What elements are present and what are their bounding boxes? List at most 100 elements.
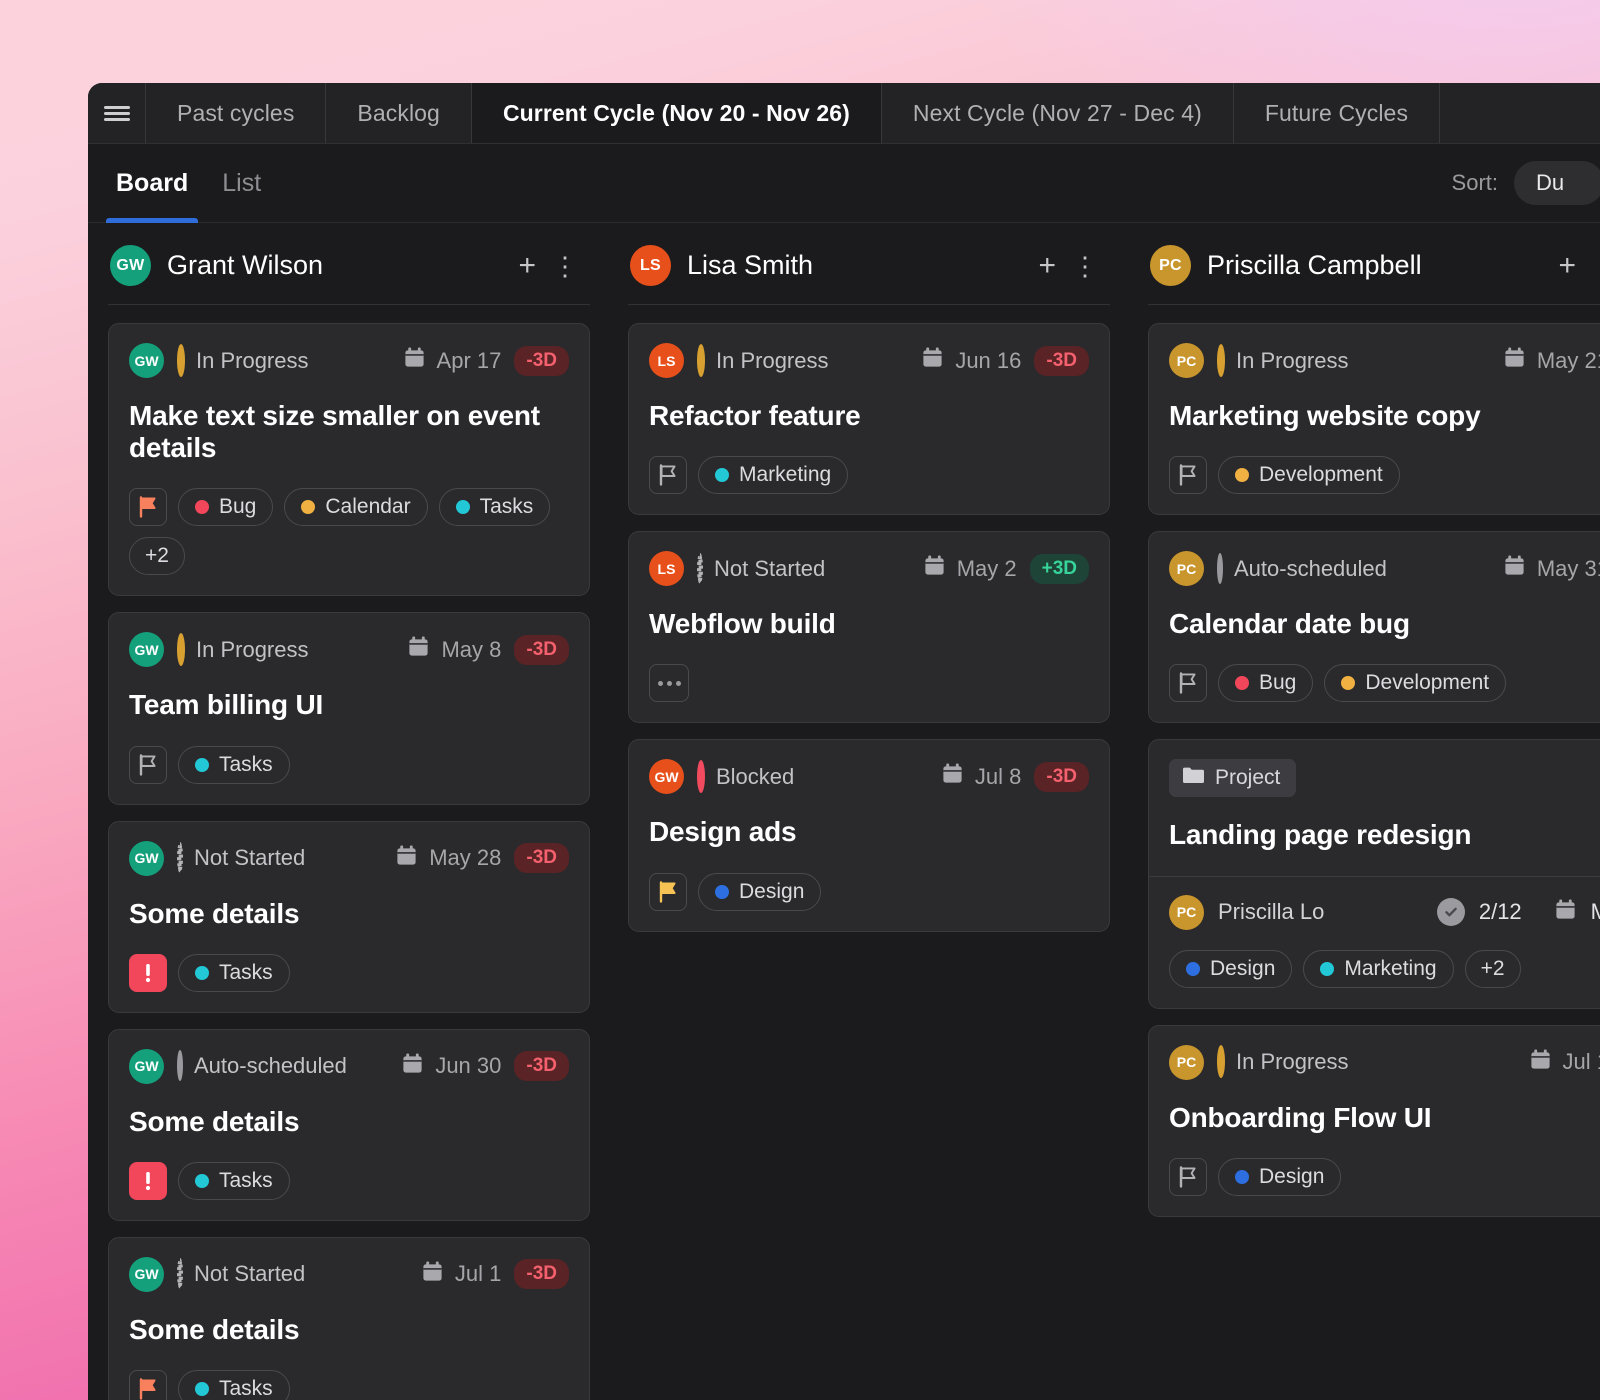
column-menu-button[interactable]: ⋮ <box>1064 253 1106 279</box>
priority-urgent-icon[interactable] <box>129 1162 167 1200</box>
status-control[interactable]: In Progress <box>1217 1049 1349 1075</box>
avatar[interactable]: LS <box>649 551 684 586</box>
add-task-button[interactable]: + <box>1030 251 1064 281</box>
avatar[interactable]: PC <box>1169 1045 1204 1080</box>
tag-chip[interactable]: Development <box>1218 456 1400 494</box>
due-date-control[interactable]: May 8 <box>407 635 501 664</box>
due-date-control[interactable]: May 31 <box>1503 554 1600 583</box>
task-card[interactable]: GW In Progress Apr 17 -3D Make text size… <box>108 323 590 596</box>
flag-outline-icon[interactable] <box>1169 664 1207 702</box>
column-menu-button[interactable]: ⋮ <box>1584 253 1600 279</box>
hamburger-menu-icon[interactable] <box>88 83 146 143</box>
due-date-control[interactable]: Jul 1 <box>1529 1048 1600 1077</box>
status-control[interactable]: In Progress <box>177 637 309 663</box>
cycle-tab-4[interactable]: Next Cycle (Nov 27 - Dec 4) <box>882 83 1234 143</box>
flag-coral-icon[interactable] <box>129 488 167 526</box>
flag-outline-icon[interactable] <box>649 456 687 494</box>
tag-chip[interactable]: Development <box>1324 664 1506 702</box>
add-task-button[interactable]: + <box>510 251 544 281</box>
tag-chip[interactable]: Marketing <box>698 456 848 494</box>
status-control[interactable]: Not Started <box>697 556 825 582</box>
calendar-icon <box>401 1052 424 1081</box>
status-icon <box>697 764 705 790</box>
sort-dropdown[interactable]: Du <box>1514 161 1600 205</box>
task-card[interactable]: GW Not Started May 28 -3D Some details <box>108 821 590 1013</box>
due-date-control[interactable]: May 21 <box>1503 346 1600 375</box>
project-type-badge: Project <box>1169 759 1296 797</box>
status-control[interactable]: Blocked <box>697 764 794 790</box>
status-control[interactable]: Auto-scheduled <box>177 1053 347 1079</box>
more-tags-chip[interactable]: +2 <box>1465 950 1521 988</box>
tag-chip[interactable]: Tasks <box>178 746 290 784</box>
flag-outline-icon[interactable] <box>1169 456 1207 494</box>
more-tags-chip[interactable]: +2 <box>129 537 185 575</box>
task-card[interactable]: GW In Progress May 8 -3D Team billing UI <box>108 612 590 804</box>
view-tab-list[interactable]: List <box>212 144 271 223</box>
add-task-button[interactable]: + <box>1550 251 1584 281</box>
priority-urgent-icon[interactable] <box>129 954 167 992</box>
due-date: Jul 8 <box>975 764 1021 790</box>
due-date-control[interactable]: May 28 <box>395 844 501 873</box>
card-title: Landing page redesign <box>1169 819 1600 851</box>
avatar[interactable]: LS <box>649 343 684 378</box>
avatar[interactable]: GW <box>129 1257 164 1292</box>
tag-chip[interactable]: Design <box>1218 1158 1341 1196</box>
tag-chip[interactable]: Tasks <box>439 488 551 526</box>
tag-chip[interactable]: Tasks <box>178 954 290 992</box>
task-card[interactable]: GW Auto-scheduled Jun 30 -3D Some detail… <box>108 1029 590 1221</box>
cycle-tab-1[interactable]: Past cycles <box>146 83 326 143</box>
flag-outline-icon[interactable] <box>129 746 167 784</box>
tag-chip[interactable]: Calendar <box>284 488 427 526</box>
tag-label: Design <box>739 880 804 904</box>
tag-chip[interactable]: Tasks <box>178 1162 290 1200</box>
view-toolbar: BoardList Sort: Du <box>88 144 1600 223</box>
tag-chip[interactable]: Design <box>1169 950 1292 988</box>
due-date-control[interactable]: Jun 30 <box>401 1052 501 1081</box>
due-date: Apr 17 <box>437 348 502 374</box>
avatar[interactable]: GW <box>129 841 164 876</box>
task-card[interactable]: PC In Progress Jul 1 Onboarding Flow UI <box>1148 1025 1600 1217</box>
view-tab-board[interactable]: Board <box>106 144 198 223</box>
avatar[interactable]: GW <box>129 1049 164 1084</box>
status-control[interactable]: Auto-scheduled <box>1217 556 1387 582</box>
task-card[interactable]: LS In Progress Jun 16 -3D Refactor featu… <box>628 323 1110 515</box>
tag-chip[interactable]: Bug <box>178 488 273 526</box>
due-date-control[interactable]: May 2 <box>923 554 1017 583</box>
task-card[interactable]: LS Not Started May 2 +3D Webflow build <box>628 531 1110 723</box>
task-card[interactable]: PC In Progress May 21 Marketing website … <box>1148 323 1600 515</box>
tag-chip[interactable]: Design <box>698 873 821 911</box>
status-control[interactable]: Not Started <box>177 845 305 871</box>
task-card[interactable]: GW Blocked Jul 8 -3D Design ads <box>628 739 1110 931</box>
tag-chip[interactable]: Marketing <box>1303 950 1453 988</box>
due-date-control[interactable]: Jun 16 <box>921 346 1021 375</box>
status-control[interactable]: In Progress <box>177 348 309 374</box>
avatar[interactable]: GW <box>129 343 164 378</box>
cycle-tab-3[interactable]: Current Cycle (Nov 20 - Nov 26) <box>472 83 882 143</box>
status-control[interactable]: In Progress <box>1217 348 1349 374</box>
project-badge-label: Project <box>1215 766 1280 790</box>
due-date-control[interactable]: Jul 8 <box>941 762 1021 791</box>
project-card[interactable]: Project Landing page redesign PC Priscil… <box>1148 739 1600 1008</box>
more-options-icon[interactable] <box>649 664 689 702</box>
flag-amber-icon[interactable] <box>649 873 687 911</box>
column-menu-button[interactable]: ⋮ <box>544 253 586 279</box>
cycle-tab-2[interactable]: Backlog <box>326 83 472 143</box>
tag-chip[interactable]: Bug <box>1218 664 1313 702</box>
avatar[interactable]: GW <box>649 759 684 794</box>
task-card[interactable]: GW Not Started Jul 1 -3D Some details <box>108 1237 590 1400</box>
status-control[interactable]: In Progress <box>697 348 829 374</box>
meta-row: Marketing <box>649 456 1089 494</box>
avatar[interactable]: PC <box>1169 343 1204 378</box>
task-card[interactable]: PC Auto-scheduled May 31 Calendar date b… <box>1148 531 1600 723</box>
status-control[interactable]: Not Started <box>177 1261 305 1287</box>
cycle-tab-5[interactable]: Future Cycles <box>1234 83 1440 143</box>
due-date-control[interactable]: Jul 1 <box>421 1260 501 1289</box>
flag-outline-icon[interactable] <box>1169 1158 1207 1196</box>
avatar[interactable]: GW <box>129 632 164 667</box>
tag-label: Development <box>1259 463 1383 487</box>
tag-chip[interactable]: Tasks <box>178 1370 290 1400</box>
status-label: Not Started <box>194 845 305 871</box>
due-date-control[interactable]: Apr 17 <box>403 346 502 375</box>
avatar[interactable]: PC <box>1169 551 1204 586</box>
flag-coral-icon[interactable] <box>129 1370 167 1400</box>
